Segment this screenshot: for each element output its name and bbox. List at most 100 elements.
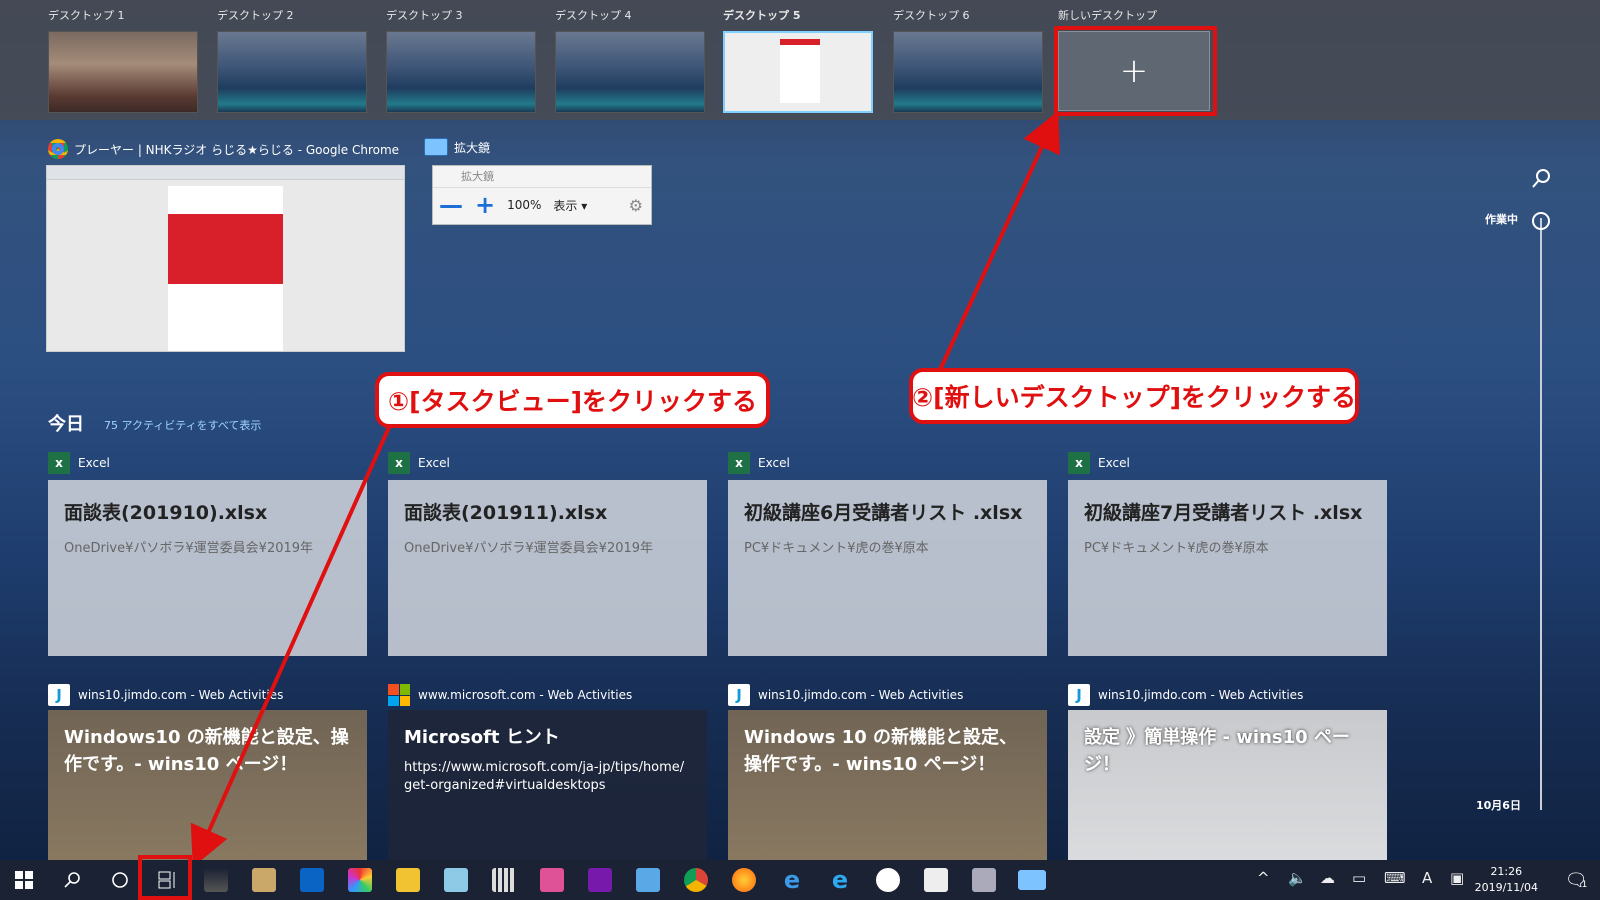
clock-time: 21:26	[1490, 865, 1523, 878]
clock[interactable]: 21:26 2019/11/04	[1475, 864, 1538, 896]
tray-chevron-icon[interactable]: ^	[1257, 869, 1270, 887]
desktop-thumbnail[interactable]	[893, 31, 1043, 113]
source-name: wins10.jimdo.com - Web Activities	[1098, 688, 1304, 702]
search-icon[interactable]	[48, 860, 96, 900]
calculator-icon[interactable]	[480, 860, 528, 900]
excel-icon: x	[728, 452, 750, 474]
zoom-in-button[interactable]: +	[475, 193, 495, 217]
source-name: wins10.jimdo.com - Web Activities	[758, 688, 964, 702]
desktop-3[interactable]: デスクトップ 3	[386, 8, 536, 113]
desktop-thumbnail[interactable]	[48, 31, 198, 113]
sailing-icon[interactable]	[192, 860, 240, 900]
source-name: wins10.jimdo.com - Web Activities	[78, 688, 284, 702]
windows-start-icon[interactable]	[0, 860, 48, 900]
card-path: PC¥ドキュメント¥虎の巻¥原本	[1084, 541, 1269, 556]
window-title-text: 拡大鏡	[454, 140, 491, 155]
explorer-folder-icon[interactable]	[240, 860, 288, 900]
desktop-label: デスクトップ 2	[217, 9, 294, 22]
notification-icon[interactable]: 🗨 1	[1552, 860, 1600, 900]
window-title-text: プレーヤー | NHKラジオ らじる★らじる - Google Chrome	[74, 142, 400, 157]
desktop-label: デスクトップ 6	[893, 9, 970, 22]
ime-pad-icon[interactable]: ▣	[1450, 869, 1464, 887]
keyboard-icon[interactable]: ⌨	[1384, 869, 1406, 887]
magnifier-icon[interactable]	[1008, 860, 1056, 900]
hdb-icon[interactable]	[528, 860, 576, 900]
edge-icon[interactable]: e	[768, 860, 816, 900]
magnifier-window-thumbnail[interactable]: 拡大鏡 — + 100% 表示 ▾ ⚙	[432, 165, 652, 225]
ime-indicator[interactable]: A	[1422, 869, 1432, 887]
chrome-window-title[interactable]: プレーヤー | NHKラジオ らじる★らじる - Google Chrome	[48, 139, 399, 159]
desktop-4[interactable]: デスクトップ 4	[555, 8, 705, 113]
jimdo-icon: J	[48, 684, 70, 706]
desktop-1[interactable]: デスクトップ 1	[48, 8, 198, 113]
timeline-date-label: 10月6日	[1476, 799, 1521, 812]
notification-count: 1	[1581, 880, 1588, 890]
activity-card[interactable]: 初級講座6月受講者リスト .xlsx PC¥ドキュメント¥虎の巻¥原本	[728, 480, 1047, 656]
chrome-icon	[48, 139, 68, 159]
desktop-5[interactable]: デスクトップ 5	[723, 8, 873, 113]
magnifier-inner-title: 拡大鏡	[433, 166, 651, 188]
word-pad-icon[interactable]	[432, 860, 480, 900]
magnifier-icon	[424, 138, 448, 156]
activity-card[interactable]: 面談表(201910).xlsx OneDrive¥パソボラ¥運営委員会¥201…	[48, 480, 367, 656]
show-all-activities-link[interactable]: 75 アクティビティをすべて表示	[104, 417, 261, 433]
callout-step2: ②[新しいデスクトップ]をクリックする	[909, 368, 1359, 424]
card-app-header: x Excel	[1068, 452, 1130, 474]
chrome-icon[interactable]	[672, 860, 720, 900]
desktop-label: デスクトップ 3	[386, 9, 463, 22]
paint-icon[interactable]	[336, 860, 384, 900]
outlook-icon[interactable]	[288, 860, 336, 900]
app-name: Excel	[418, 456, 450, 470]
ie-icon[interactable]: e	[816, 860, 864, 900]
app-name: Excel	[1098, 456, 1130, 470]
web-activity-card[interactable]: Microsoft ヒント https://www.microsoft.com/…	[388, 710, 707, 860]
activity-card[interactable]: 初級講座7月受講者リスト .xlsx PC¥ドキュメント¥虎の巻¥原本	[1068, 480, 1387, 656]
onenote-icon[interactable]	[576, 860, 624, 900]
zoom-out-button[interactable]: —	[439, 193, 463, 217]
web-activity-card[interactable]: Windows10 の新機能と設定、操作です。- wins10 ページ！	[48, 710, 367, 860]
desktop-2[interactable]: デスクトップ 2	[217, 8, 367, 113]
battery-icon[interactable]: ▭	[1352, 869, 1366, 887]
desktop-thumbnail[interactable]	[217, 31, 367, 113]
microsoft-icon	[388, 684, 410, 706]
card-path: OneDrive¥パソボラ¥運営委員会¥2019年	[64, 541, 314, 556]
desktop-6[interactable]: デスクトップ 6	[893, 8, 1043, 113]
card-app-header: x Excel	[48, 452, 110, 474]
cortana-icon[interactable]	[96, 860, 144, 900]
card-title: 面談表(201911).xlsx	[404, 502, 608, 524]
onedrive-icon[interactable]: ☁	[1320, 869, 1335, 887]
desktop-thumbnail[interactable]	[555, 31, 705, 113]
app-name: Excel	[758, 456, 790, 470]
highlight-task-view	[138, 855, 192, 900]
activity-card[interactable]: 面談表(201911).xlsx OneDrive¥パソボラ¥運営委員会¥201…	[388, 480, 707, 656]
timeline-search-icon[interactable]	[1530, 168, 1552, 190]
chrome-window-thumbnail[interactable]	[46, 165, 405, 352]
timeline-track[interactable]	[1540, 218, 1542, 810]
desktop-thumbnail[interactable]	[386, 31, 536, 113]
tv-icon[interactable]	[624, 860, 672, 900]
gear-icon[interactable]: ⚙	[629, 196, 643, 215]
clock-date: 2019/11/04	[1474, 881, 1538, 894]
firefox-icon[interactable]	[720, 860, 768, 900]
timeline-handle[interactable]	[1532, 212, 1550, 230]
jimdo-icon: J	[728, 684, 750, 706]
desktop-label: デスクトップ 4	[555, 9, 632, 22]
callout-step1: ①[タスクビュー]をクリックする	[375, 372, 770, 428]
screen-icon[interactable]	[960, 860, 1008, 900]
card-app-header: x Excel	[728, 452, 790, 474]
today-heading: 今日	[48, 414, 84, 435]
web-activity-card[interactable]: Windows 10 の新機能と設定、操作です。- wins10 ページ！	[728, 710, 1047, 860]
desktop-thumbnail-active[interactable]	[723, 31, 873, 113]
file-explorer-icon[interactable]	[384, 860, 432, 900]
photos-icon[interactable]	[912, 860, 960, 900]
excel-icon: x	[1068, 452, 1090, 474]
volume-icon[interactable]: 🔈	[1288, 869, 1307, 887]
card-title: 設定 》簡単操作 - wins10 ページ！	[1084, 727, 1350, 775]
card-app-header: Jwins10.jimdo.com - Web Activities	[728, 684, 963, 706]
timeline-now-label: 作業中	[1485, 213, 1518, 226]
web-activity-card[interactable]: 設定 》簡単操作 - wins10 ページ！	[1068, 710, 1387, 860]
view-dropdown[interactable]: 表示 ▾	[553, 197, 587, 214]
magnifier-window-title[interactable]: 拡大鏡	[424, 138, 490, 156]
photo-icon[interactable]	[864, 860, 912, 900]
desktop-label: デスクトップ 1	[48, 9, 125, 22]
